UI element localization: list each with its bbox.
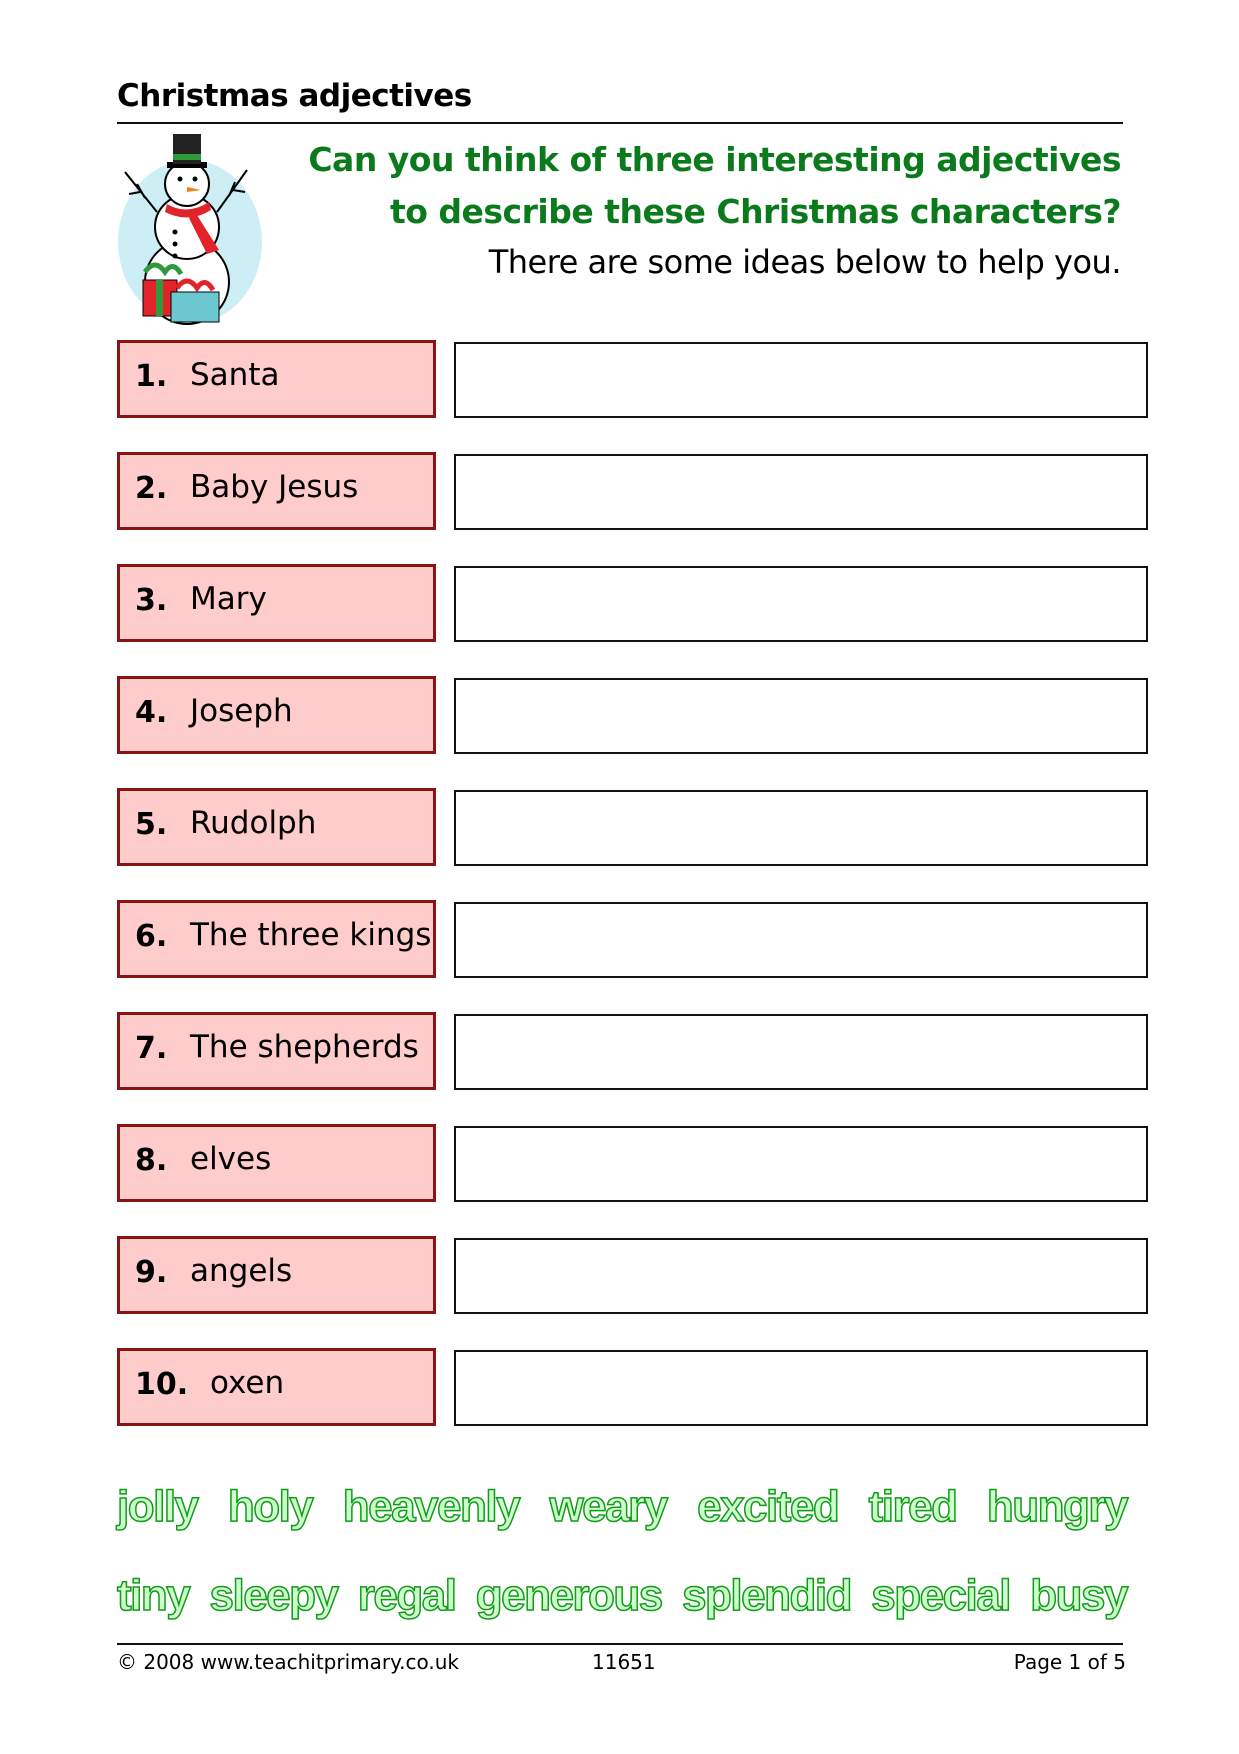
character-row: 4. Joseph xyxy=(117,676,1148,754)
word-bank-word: excited xyxy=(696,1481,840,1532)
character-label: 1. Santa xyxy=(117,340,436,418)
item-number: 2. xyxy=(135,471,168,506)
character-name: Joseph xyxy=(190,693,293,729)
item-number: 3. xyxy=(135,583,168,618)
character-label: 2. Baby Jesus xyxy=(117,452,436,530)
character-row: 8. elves xyxy=(117,1124,1148,1202)
item-number: 1. xyxy=(135,359,168,394)
word-bank-word: generous xyxy=(475,1570,664,1621)
character-name: oxen xyxy=(210,1365,285,1401)
character-name: elves xyxy=(190,1141,272,1177)
character-label: 6. The three kings xyxy=(117,900,436,978)
character-row: 7. The shepherds xyxy=(117,1012,1148,1090)
question-line-1: Can you think of three interesting adjec… xyxy=(308,140,1121,179)
word-bank-word: weary xyxy=(549,1481,669,1532)
character-label: 10. oxen xyxy=(117,1348,436,1426)
character-name: The three kings xyxy=(190,917,432,953)
character-row: 3. Mary xyxy=(117,564,1148,642)
word-bank-word: special xyxy=(871,1570,1013,1621)
item-number: 8. xyxy=(135,1143,168,1178)
character-row: 6. The three kings xyxy=(117,900,1148,978)
item-number: 5. xyxy=(135,807,168,842)
footer-divider xyxy=(117,1643,1123,1645)
footer-copyright: © 2008 www.teachitprimary.co.uk xyxy=(117,1650,459,1674)
word-bank-word: tiny xyxy=(116,1570,191,1621)
word-bank-word: tired xyxy=(868,1481,959,1532)
character-name: Mary xyxy=(190,581,267,617)
answer-box[interactable] xyxy=(454,454,1148,530)
character-label: 3. Mary xyxy=(117,564,436,642)
page-title: Christmas adjectives xyxy=(117,78,472,114)
word-bank-row-2: tiny sleepy regal generous splendid special bu… xyxy=(116,1564,1130,1628)
word-bank-word: regal xyxy=(357,1570,458,1621)
character-label: 4. Joseph xyxy=(117,676,436,754)
character-name: Rudolph xyxy=(190,805,317,841)
footer-page: Page 1 of 5 xyxy=(1013,1650,1126,1674)
character-row: 5. Rudolph xyxy=(117,788,1148,866)
word-bank-word: busy xyxy=(1030,1570,1130,1621)
answer-box[interactable] xyxy=(454,1126,1148,1202)
answer-box[interactable] xyxy=(454,1238,1148,1314)
word-bank-word: holy xyxy=(227,1481,314,1532)
word-bank-word: splendid xyxy=(681,1570,853,1621)
character-name: Santa xyxy=(190,357,280,393)
word-bank-word: hungry xyxy=(986,1481,1129,1532)
answer-box[interactable] xyxy=(454,678,1148,754)
answer-box[interactable] xyxy=(454,566,1148,642)
word-bank-word: heavenly xyxy=(342,1481,521,1532)
word-bank-row-1: jolly holy heavenly weary excited tired hungry xyxy=(116,1475,1129,1539)
character-name: The shepherds xyxy=(190,1029,419,1065)
header-divider xyxy=(117,122,1123,124)
answer-box[interactable] xyxy=(454,902,1148,978)
character-name: angels xyxy=(190,1253,293,1289)
word-bank-word: sleepy xyxy=(209,1570,340,1621)
character-row: 1. Santa xyxy=(117,340,1148,418)
item-number: 10. xyxy=(135,1367,189,1402)
answer-box[interactable] xyxy=(454,1014,1148,1090)
item-number: 9. xyxy=(135,1255,168,1290)
character-label: 7. The shepherds xyxy=(117,1012,436,1090)
hint-text: There are some ideas below to help you. xyxy=(488,243,1122,281)
footer-code: 11651 xyxy=(592,1650,656,1674)
character-label: 5. Rudolph xyxy=(117,788,436,866)
character-name: Baby Jesus xyxy=(190,469,359,505)
answer-box[interactable] xyxy=(454,1350,1148,1426)
character-label: 9. angels xyxy=(117,1236,436,1314)
item-number: 7. xyxy=(135,1031,168,1066)
question-line-2: to describe these Christmas characters? xyxy=(389,192,1122,231)
character-row: 10. oxen xyxy=(117,1348,1148,1426)
item-number: 4. xyxy=(135,695,168,730)
answer-box[interactable] xyxy=(454,790,1148,866)
character-row: 9. angels xyxy=(117,1236,1148,1314)
answer-box[interactable] xyxy=(454,342,1148,418)
word-bank-word: jolly xyxy=(116,1481,200,1532)
item-number: 6. xyxy=(135,919,168,954)
character-row: 2. Baby Jesus xyxy=(117,452,1148,530)
snowman-icon xyxy=(118,134,262,325)
character-label: 8. elves xyxy=(117,1124,436,1202)
